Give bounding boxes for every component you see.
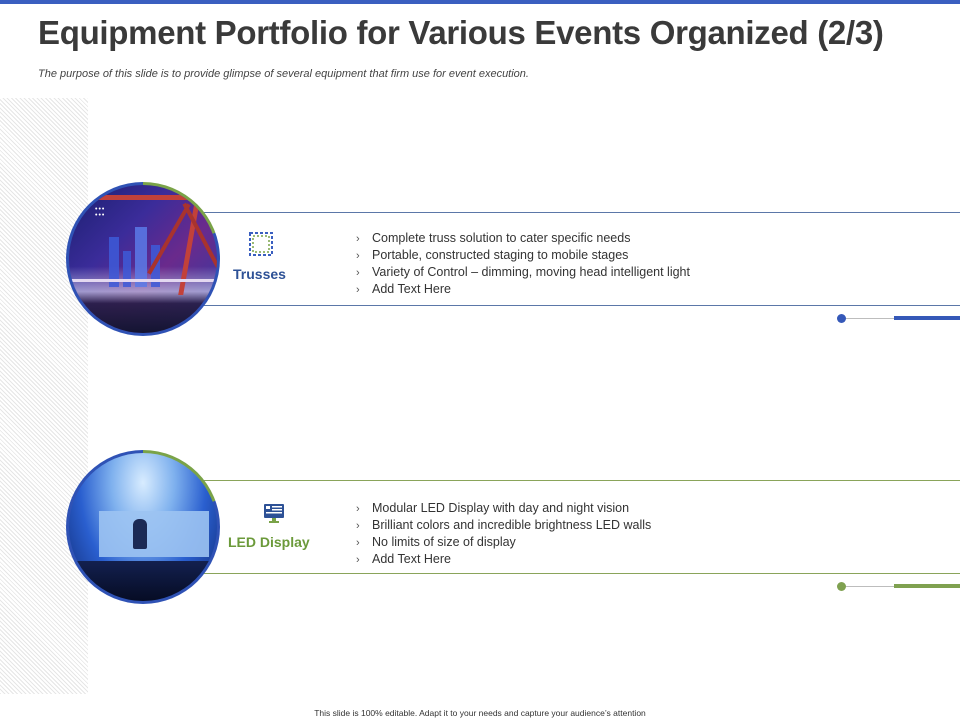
chevron-right-icon: › <box>356 503 360 515</box>
chevron-right-icon: › <box>356 233 360 245</box>
led-display-bullet-list: › Modular LED Display with day and night … <box>356 500 651 568</box>
chevron-right-icon: › <box>356 250 360 262</box>
chevron-right-icon: › <box>356 284 360 296</box>
row-top-line <box>200 480 960 481</box>
row-accent-line <box>835 313 960 323</box>
trusses-photo-frame: ••• ••• <box>66 182 220 336</box>
top-accent-bar <box>0 0 960 4</box>
list-item: › Brilliant colors and incredible brightn… <box>356 518 652 532</box>
monitor-icon <box>261 500 289 528</box>
led-display-label: LED Display <box>228 534 310 550</box>
chevron-right-icon: › <box>356 267 360 279</box>
footer-note: This slide is 100% editable. Adapt it to… <box>314 708 646 718</box>
list-item: › Variety of Control – dimming, moving he… <box>356 265 690 279</box>
trusses-label: Trusses <box>233 266 286 282</box>
row-bottom-line <box>200 573 960 574</box>
row-accent-line <box>835 581 960 591</box>
chevron-right-icon: › <box>356 554 360 566</box>
list-item: › Add Text Here <box>356 282 451 296</box>
list-item: › Complete truss solution to cater specif… <box>356 231 631 245</box>
chevron-right-icon: › <box>356 537 360 549</box>
page-title: Equipment Portfolio for Various Events O… <box>38 14 884 51</box>
trusses-bullet-list: › Complete truss solution to cater specif… <box>356 230 690 298</box>
led-display-photo-frame <box>66 450 220 604</box>
list-item: › Modular LED Display with day and night … <box>356 501 630 515</box>
dot-grid-icon: ••• ••• <box>95 206 106 219</box>
list-item: › Portable, constructed staging to mobile… <box>356 248 629 262</box>
led-display-photo <box>69 453 217 601</box>
list-item: › Add Text Here <box>356 552 451 566</box>
page-subtitle: The purpose of this slide is to provide … <box>38 68 529 80</box>
trusses-photo: ••• ••• <box>69 185 217 333</box>
row-top-line <box>200 212 960 213</box>
row-bottom-line <box>200 305 960 306</box>
chevron-right-icon: › <box>356 520 360 532</box>
truss-frame-icon <box>247 230 275 258</box>
list-item: › No limits of size of display <box>356 535 516 549</box>
